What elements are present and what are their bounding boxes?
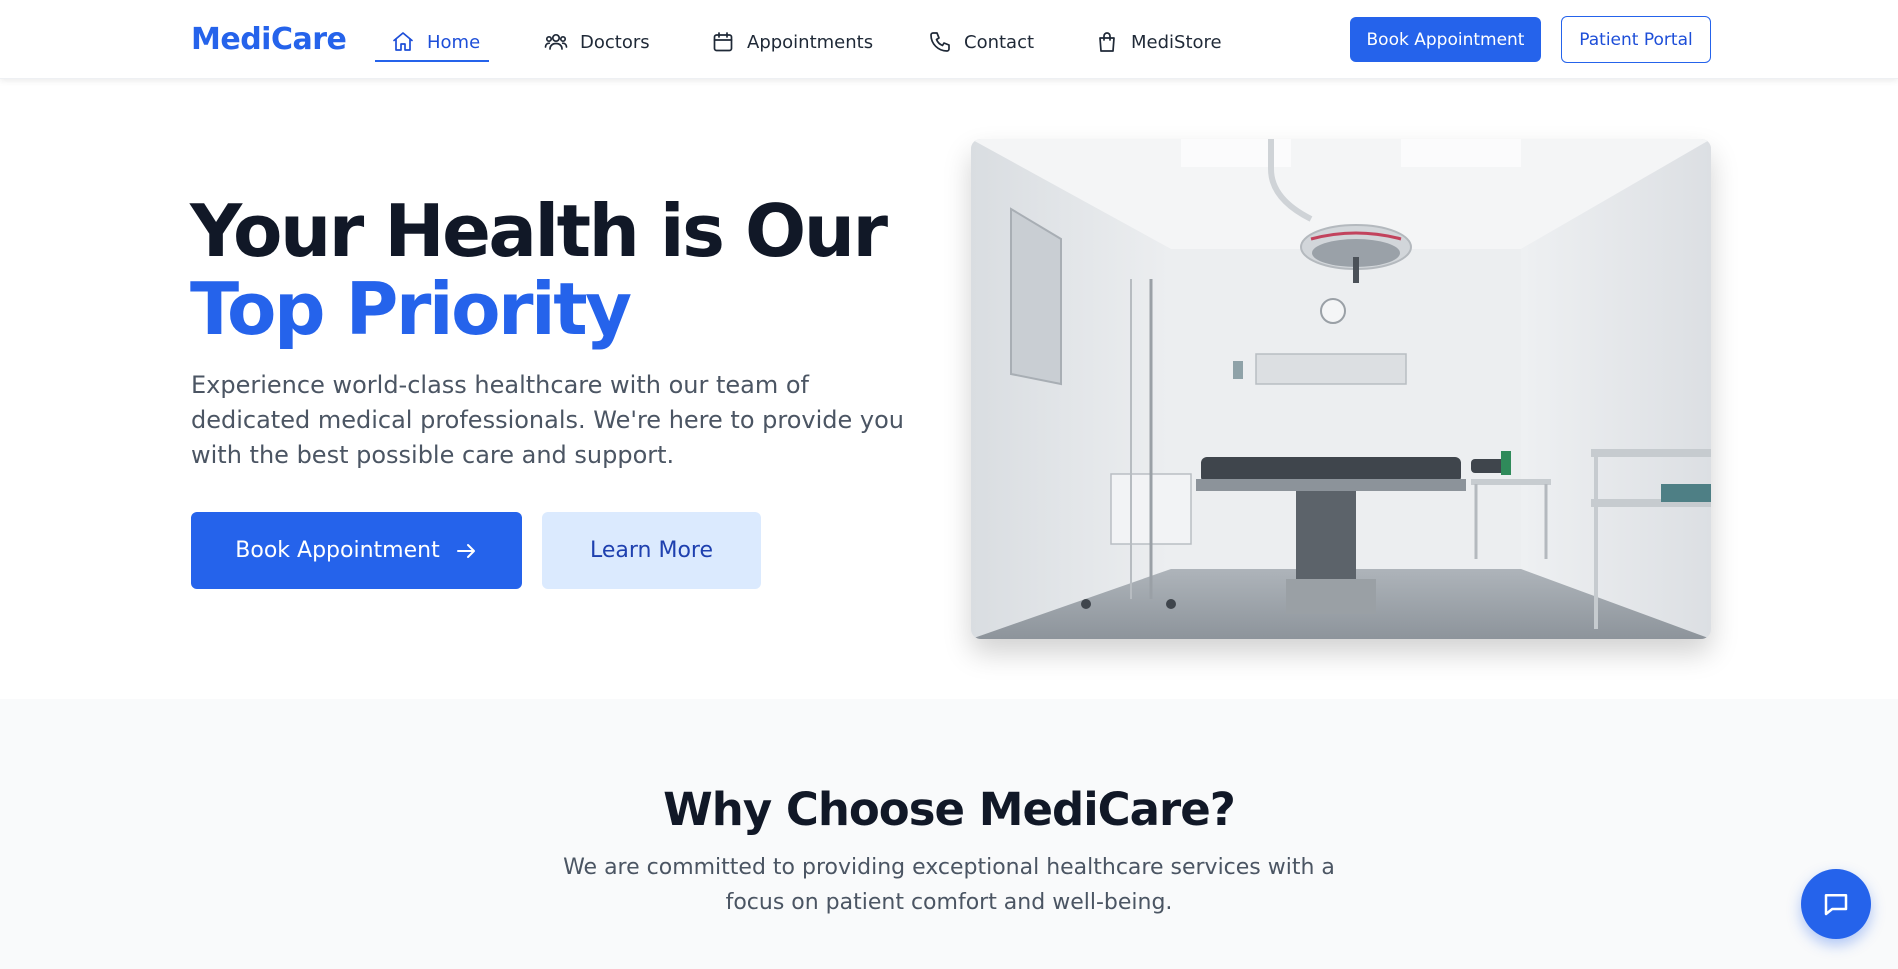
why-choose-section: Why Choose MediCare? We are committed to…: [0, 699, 1898, 969]
chat-icon: [1824, 894, 1848, 916]
section-description: We are committed to providing exceptiona…: [563, 855, 1335, 915]
phone-icon: [930, 32, 950, 52]
nav-item-medistore[interactable]: MediStore: [1095, 22, 1222, 62]
calendar-icon: [713, 32, 733, 52]
home-icon: [393, 32, 413, 51]
operating-room-photo: [971, 139, 1711, 639]
nav-item-label: Home: [427, 31, 481, 53]
users-icon: [544, 33, 568, 50]
nav-item-appointments[interactable]: Appointments: [711, 22, 873, 62]
hero-title: Your Health is Our Top Priority: [190, 189, 888, 351]
nav-item-label: Contact: [964, 31, 1035, 53]
section-title: Why Choose MediCare?: [663, 783, 1236, 836]
hero-title-highlight: Top Priority: [190, 267, 632, 351]
hero-book-appointment-button[interactable]: Book Appointment: [191, 512, 522, 589]
active-nav-indicator: [375, 60, 489, 62]
navbar: MediCare Home Doctors Appointments Conta…: [0, 0, 1898, 79]
nav-item-label: MediStore: [1131, 31, 1222, 53]
nav-item-home[interactable]: Home: [391, 22, 480, 62]
nav-item-doctors[interactable]: Doctors: [544, 22, 650, 62]
shopping-bag-icon: [1099, 32, 1115, 52]
arrow-right-icon: [456, 543, 475, 558]
learn-more-button[interactable]: Learn More: [542, 512, 761, 589]
book-appointment-button[interactable]: Book Appointment: [1350, 17, 1541, 62]
nav-item-label: Doctors: [580, 31, 650, 53]
patient-portal-button[interactable]: Patient Portal: [1561, 16, 1711, 63]
nav-item-contact[interactable]: Contact: [928, 22, 1034, 62]
hero-image: [971, 139, 1711, 639]
hero-book-label: Book Appointment: [235, 538, 440, 563]
hero-title-line1: Your Health is Our: [190, 189, 888, 273]
chat-button[interactable]: [1801, 869, 1871, 939]
hero-description: Experience world-class healthcare with o…: [191, 371, 904, 469]
nav-item-label: Appointments: [747, 31, 874, 53]
brand-logo[interactable]: MediCare: [191, 22, 347, 57]
